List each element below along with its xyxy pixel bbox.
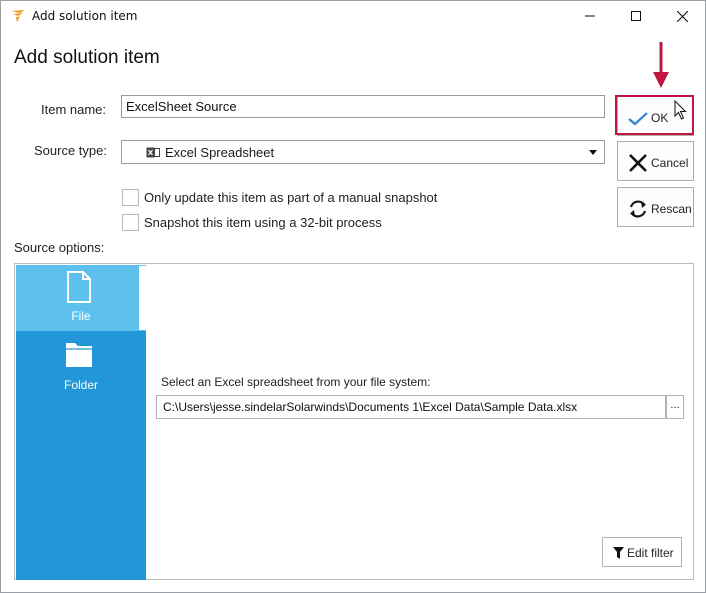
source-type-dropdown[interactable]: Excel Spreadsheet <box>121 140 605 164</box>
source-type-label: Source type: <box>34 143 107 158</box>
minimize-icon <box>585 15 595 17</box>
manual-snapshot-option[interactable]: Only update this item as part of a manua… <box>122 188 437 206</box>
source-nav-label-folder: Folder <box>63 378 98 392</box>
mouse-cursor-icon <box>674 100 687 120</box>
title-bar: Add solution item <box>1 1 705 31</box>
rescan-button[interactable]: Rescan <box>617 187 694 227</box>
solarwinds-logo-icon <box>11 10 25 22</box>
dialog-heading: Add solution item <box>14 47 160 68</box>
dialog-window: Add solution item Add solution item Item… <box>0 0 706 593</box>
file-path-input[interactable] <box>156 395 666 419</box>
close-button[interactable] <box>659 1 705 31</box>
filter-icon <box>613 547 624 559</box>
item-name-input[interactable] <box>121 95 605 118</box>
maximize-button[interactable] <box>613 1 659 31</box>
32bit-process-label: Snapshot this item using a 32-bit proces… <box>144 214 382 230</box>
browse-button[interactable]: ... <box>666 395 684 419</box>
file-icon <box>67 271 91 303</box>
annotation-arrow-icon <box>653 42 669 88</box>
minimize-button[interactable] <box>567 1 613 31</box>
cancel-button-label: Cancel <box>651 156 689 170</box>
window-title: Add solution item <box>32 9 138 23</box>
file-prompt-label: Select an Excel spreadsheet from your fi… <box>161 375 431 389</box>
edit-filter-button[interactable]: Edit filter <box>602 537 682 567</box>
rescan-button-label: Rescan <box>651 202 692 216</box>
active-tab-indicator <box>139 266 147 330</box>
source-type-value: Excel Spreadsheet <box>165 145 275 160</box>
source-nav-item-file[interactable]: File <box>16 265 146 331</box>
32bit-process-checkbox[interactable] <box>122 213 139 231</box>
source-options-label: Source options: <box>14 240 105 255</box>
close-icon <box>629 154 647 172</box>
source-nav-label-file: File <box>71 309 91 323</box>
manual-snapshot-label: Only update this item as part of a manua… <box>144 189 438 205</box>
excel-icon <box>146 147 160 158</box>
source-nav: File Folder <box>16 265 147 580</box>
manual-snapshot-checkbox[interactable] <box>122 188 139 206</box>
edit-filter-label: Edit filter <box>627 546 674 560</box>
source-nav-item-folder[interactable]: Folder <box>16 333 146 399</box>
folder-icon <box>66 343 92 367</box>
chevron-down-icon <box>589 150 597 155</box>
maximize-icon <box>631 11 641 21</box>
cancel-button[interactable]: Cancel <box>617 141 694 181</box>
32bit-process-option[interactable]: Snapshot this item using a 32-bit proces… <box>122 213 382 231</box>
close-icon <box>676 10 688 22</box>
source-options-panel: File Folder Select an Excel spreadsheet … <box>14 263 694 580</box>
refresh-icon <box>629 200 647 218</box>
item-name-label: Item name: <box>41 102 107 117</box>
